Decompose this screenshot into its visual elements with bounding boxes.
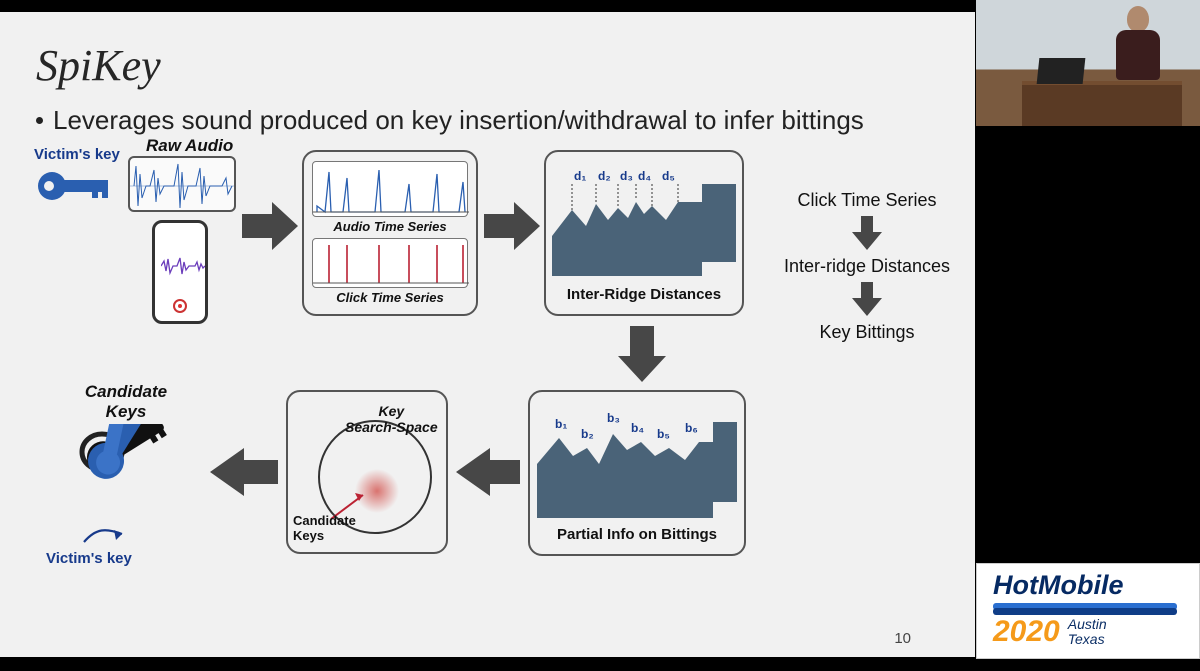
conference-logo: HotMobile 2020 AustinTexas (976, 563, 1200, 659)
key-profile-b: b₁ b₂ b₃ b₄ b₅ b₆ (537, 406, 737, 526)
svg-text:b₃: b₃ (607, 411, 620, 425)
side-key-bittings: Key Bittings (792, 322, 942, 343)
logo-underline-2 (993, 608, 1177, 615)
page-number: 10 (894, 630, 911, 647)
logo-title: HotMobile (993, 570, 1189, 601)
svg-text:b₁: b₁ (555, 417, 567, 431)
logo-location: AustinTexas (1068, 617, 1107, 646)
stage: HotMobile 2020 AustinTexas SpiKey Levera… (0, 0, 1200, 671)
arrow-down-1 (618, 326, 666, 382)
keyring-icon (46, 424, 196, 554)
smartphone-icon (152, 220, 208, 324)
label-candidate-keys-in: Candidate Keys (293, 513, 356, 543)
label-search-space: Key Search-Space (345, 403, 438, 435)
bullet-text: Leverages sound produced on key insertio… (53, 105, 864, 136)
svg-text:b₅: b₅ (657, 427, 670, 441)
box-time-series: Audio Time Series Click Time Series (302, 150, 478, 316)
side-inter-ridge: Inter-ridge Distances (762, 256, 972, 277)
svg-text:b₄: b₄ (631, 421, 644, 435)
diagram-canvas: Victim's key Raw Audio (36, 142, 939, 632)
slide-title: SpiKey (36, 40, 939, 91)
laptop (1037, 58, 1086, 84)
d4-label: d₄ (638, 169, 651, 183)
svg-text:b₂: b₂ (581, 427, 594, 441)
box-search-space: Key Search-Space Candidate Keys (286, 390, 448, 554)
presenter (1110, 6, 1166, 84)
arrow-down-side-1 (852, 216, 882, 255)
d5-label: d₅ (662, 169, 675, 183)
label-inter-ridge: Inter-Ridge Distances (567, 286, 721, 303)
arrow-right-2 (484, 202, 540, 250)
search-space-graphic: Key Search-Space Candidate Keys (297, 399, 437, 545)
label-victims-key-top: Victim's key (34, 146, 120, 163)
click-time-series-plot (312, 238, 468, 288)
key-icon (36, 166, 116, 211)
arrow-right-1 (242, 202, 298, 250)
bullet-dot-icon (36, 117, 43, 124)
label-click-time-series: Click Time Series (336, 290, 443, 305)
record-icon (173, 299, 187, 313)
box-partial-info: b₁ b₂ b₃ b₄ b₅ b₆ Partial Info on Bittin… (528, 390, 746, 556)
arrow-left-1 (456, 448, 520, 496)
key-profile-d: d₁ d₂ d₃ d₄ d₅ (552, 166, 736, 286)
svg-text:b₆: b₆ (685, 421, 698, 435)
label-victims-key-bottom: Victim's key (46, 550, 132, 567)
audio-time-series-plot (312, 161, 468, 217)
d2-label: d₂ (598, 169, 611, 183)
side-click-time-series: Click Time Series (772, 190, 962, 211)
label-raw-audio: Raw Audio (146, 136, 233, 156)
box-inter-ridge: d₁ d₂ d₃ d₄ d₅ Inte (544, 150, 744, 316)
logo-year: 2020 (993, 615, 1060, 649)
d3-label: d₃ (620, 169, 633, 183)
raw-audio-waveform (128, 156, 236, 212)
arrow-left-2 (210, 448, 278, 496)
podium (1022, 81, 1182, 126)
label-candidate-keys-out: Candidate Keys (66, 382, 186, 422)
speaker-video-thumbnail (976, 0, 1200, 126)
arrow-down-side-2 (852, 282, 882, 321)
d1-label: d₁ (574, 169, 586, 183)
candidate-keys-output: Candidate Keys Victim's key (46, 382, 206, 572)
label-audio-time-series: Audio Time Series (333, 219, 446, 234)
label-partial-info: Partial Info on Bittings (557, 526, 717, 543)
slide-bullet: Leverages sound produced on key insertio… (36, 105, 939, 136)
slide: SpiKey Leverages sound produced on key i… (0, 12, 975, 657)
